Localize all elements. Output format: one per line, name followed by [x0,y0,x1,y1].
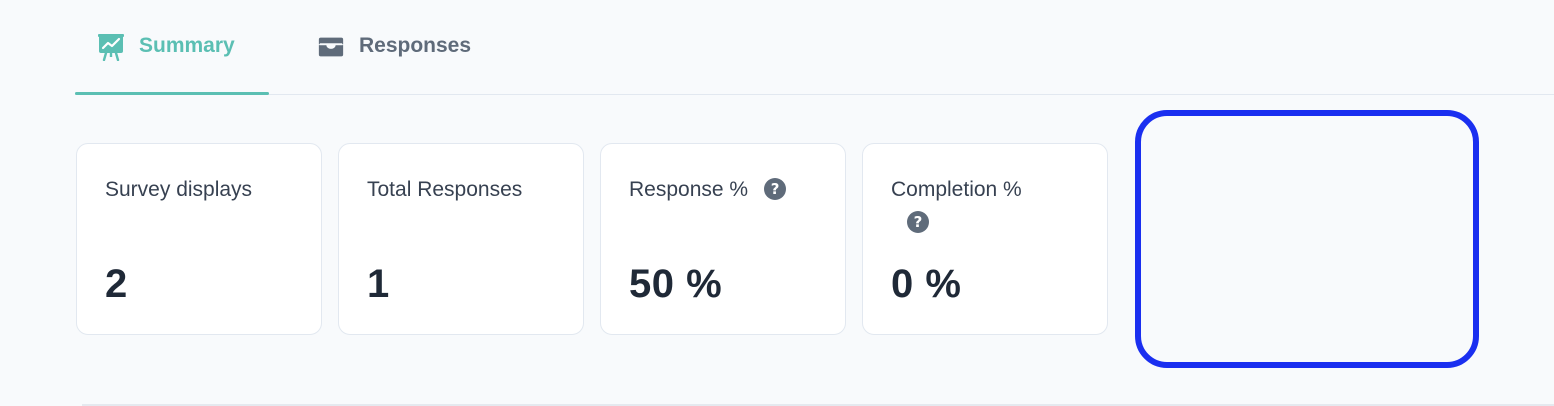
stat-value: 1 [367,262,390,306]
stat-card-completion-percent: Completion % ? 0 % [862,143,1108,335]
tab-responses-label: Responses [359,33,472,57]
tab-bar: Summary Responses [75,0,1554,95]
stat-value: 50 % [629,262,723,306]
highlight-annotation-box [1135,110,1479,368]
help-icon[interactable]: ? [764,178,787,200]
help-icon[interactable]: ? [907,211,929,233]
stat-card-survey-displays: Survey displays 2 [76,143,322,335]
stat-label: Survey displays [105,178,253,201]
stat-label: Total Responses [367,178,523,201]
inbox-stack-icon [317,33,345,61]
tab-summary-label: Summary [139,33,235,57]
stat-label: Completion % [891,178,1022,201]
stat-label: Response % [629,178,749,201]
tab-responses[interactable]: Responses [295,0,493,93]
stat-value: 2 [105,262,128,306]
stat-label-row: Response %? [629,176,787,204]
tab-summary[interactable]: Summary [75,0,269,95]
stat-card-total-responses: Total Responses 1 [338,143,584,335]
survey-summary-page: Summary Responses Survey displays 2 Tota… [0,0,1554,406]
stat-value: 0 % [891,262,962,306]
stat-card-response-percent: Response %? 50 % [600,143,846,335]
active-tab-indicator [75,92,269,95]
presentation-chart-icon [97,33,125,61]
